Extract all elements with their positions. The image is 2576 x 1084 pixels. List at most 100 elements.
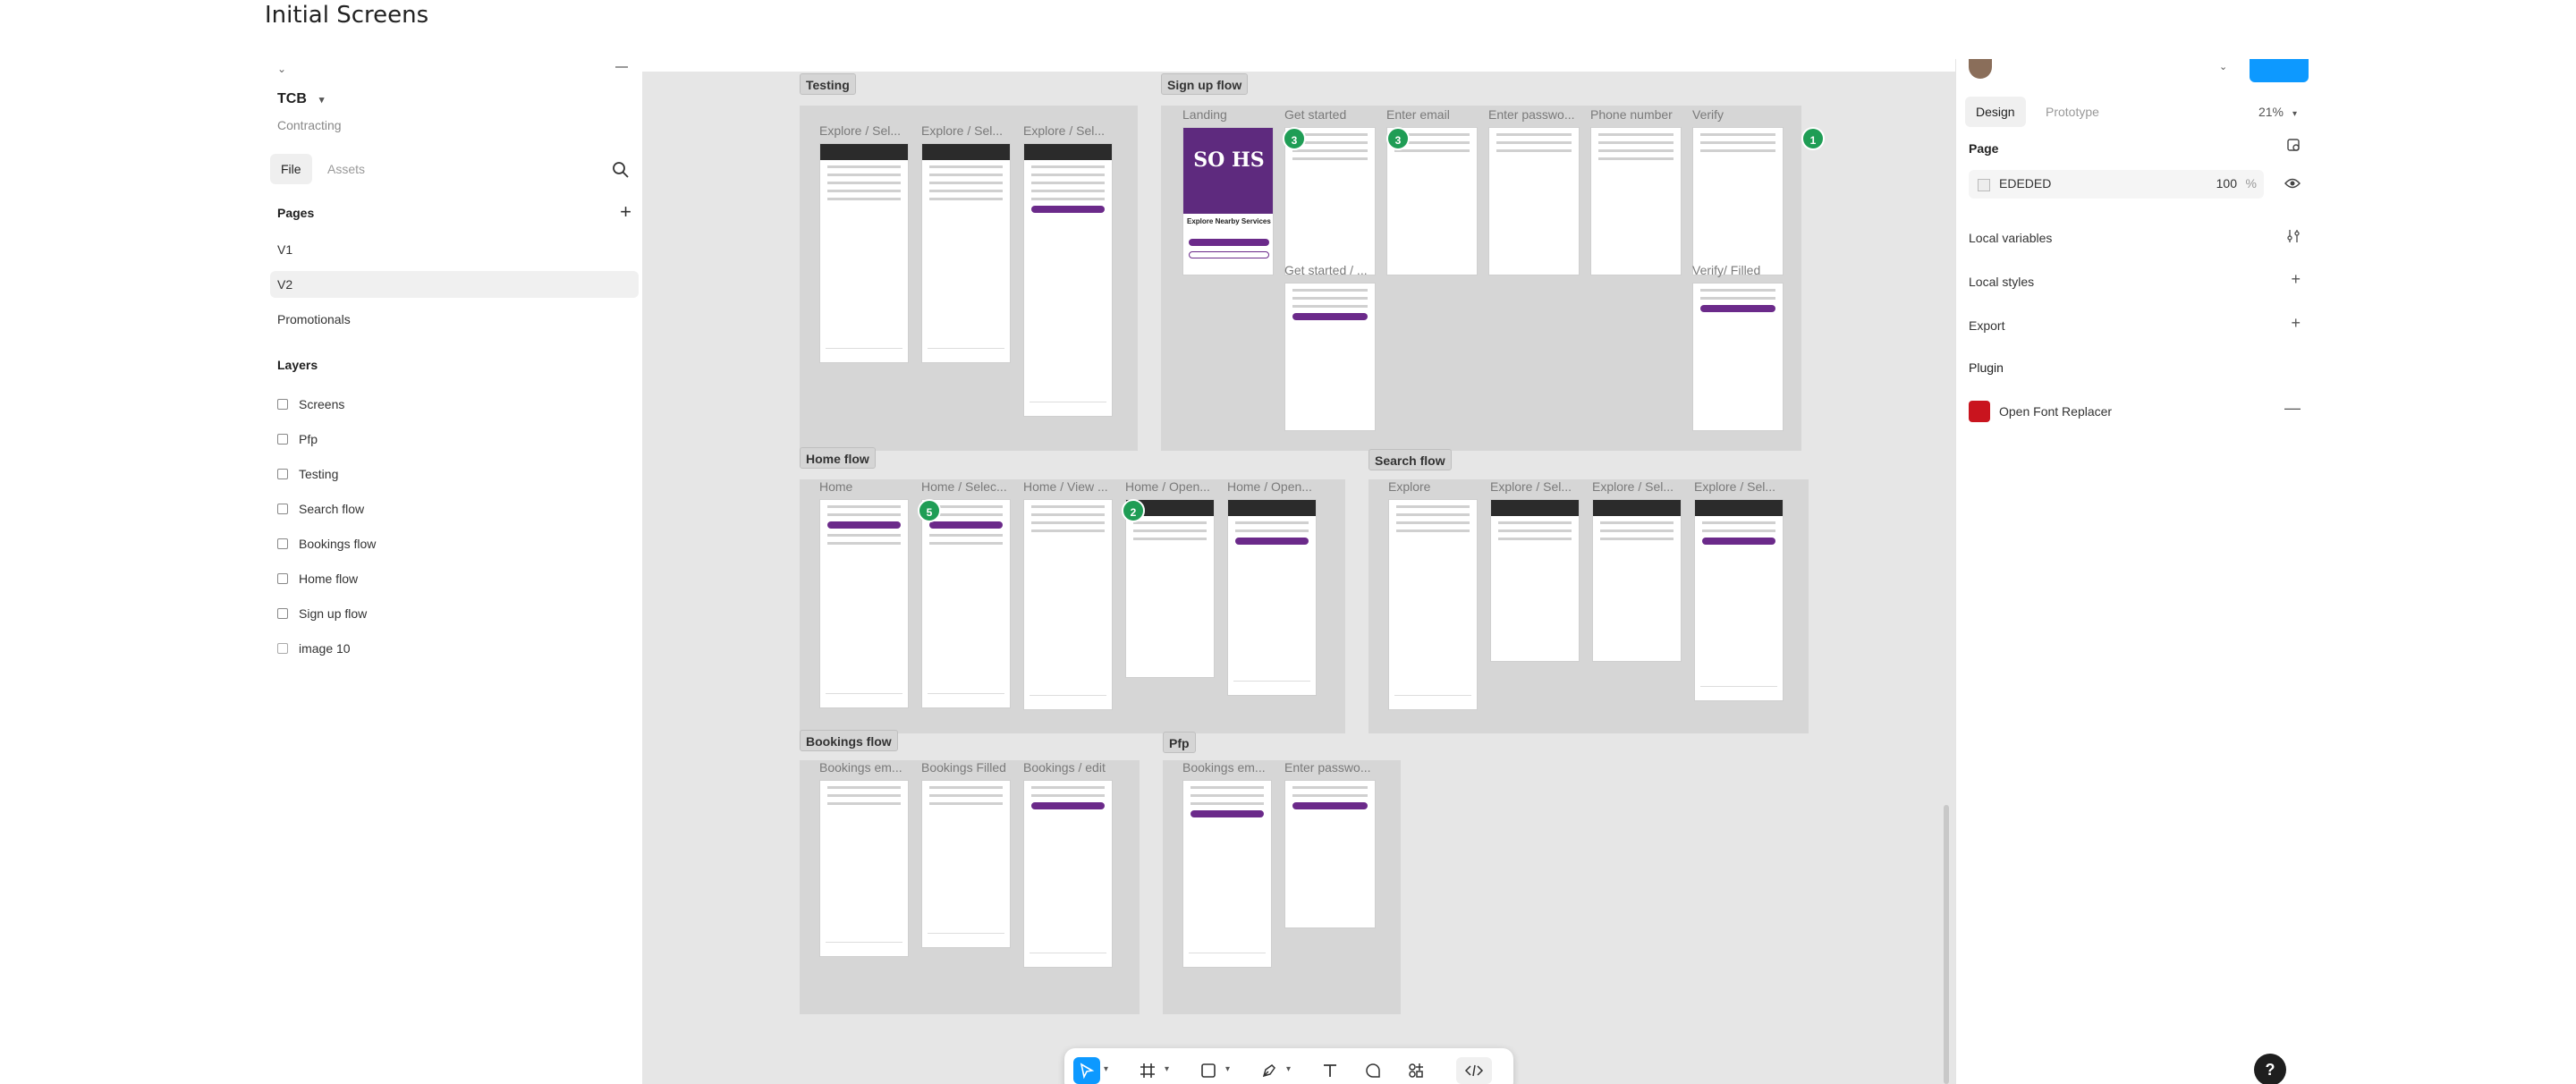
chevron-down-icon[interactable]: ▾ bbox=[1165, 1064, 1169, 1074]
layer-item[interactable]: Bookings flow bbox=[277, 532, 376, 555]
layer-label: Screens bbox=[299, 397, 345, 411]
tab-assets[interactable]: Assets bbox=[317, 154, 376, 184]
export-heading[interactable]: Export bbox=[1969, 318, 2004, 333]
frame-label: Phone number bbox=[1590, 107, 1673, 122]
layer-item[interactable]: Testing bbox=[277, 462, 338, 486]
page-fill-row[interactable]: EDEDED 100 % bbox=[1969, 170, 2264, 199]
screen-frame[interactable] bbox=[1284, 283, 1376, 431]
share-button[interactable] bbox=[2250, 59, 2309, 82]
left-tabs: File Assets bbox=[270, 154, 639, 184]
screen-frame[interactable] bbox=[1692, 283, 1784, 431]
layer-item[interactable]: Search flow bbox=[277, 497, 364, 521]
chevron-down-icon[interactable]: ⌄ bbox=[277, 63, 286, 75]
section-icon bbox=[277, 399, 288, 410]
tab-design[interactable]: Design bbox=[1965, 97, 2026, 127]
prototype-connection-badge[interactable]: 2 bbox=[1122, 499, 1145, 522]
screen-frame[interactable] bbox=[1227, 499, 1317, 696]
local-variables-heading[interactable]: Local variables bbox=[1969, 231, 2052, 245]
screen-frame[interactable] bbox=[819, 143, 909, 363]
layer-item[interactable]: Pfp bbox=[277, 428, 318, 451]
local-styles-heading[interactable]: Local styles bbox=[1969, 275, 2034, 289]
screen-frame[interactable] bbox=[819, 780, 909, 957]
screen-frame[interactable] bbox=[1388, 499, 1478, 710]
screen-frame[interactable] bbox=[1692, 127, 1784, 275]
actions-tool-icon[interactable] bbox=[1402, 1057, 1429, 1084]
fill-swatch[interactable] bbox=[1978, 179, 1990, 191]
pen-tool-icon[interactable] bbox=[1256, 1057, 1283, 1084]
file-title[interactable]: Initial Screens bbox=[265, 2, 428, 29]
prototype-connection-badge[interactable]: 3 bbox=[1386, 127, 1410, 150]
chevron-down-icon[interactable]: ▾ bbox=[1104, 1064, 1108, 1074]
collapse-icon[interactable] bbox=[615, 66, 628, 68]
help-button[interactable]: ? bbox=[2254, 1054, 2286, 1084]
layer-item[interactable]: Screens bbox=[277, 393, 344, 416]
screen-frame[interactable] bbox=[819, 499, 909, 708]
remove-plugin-icon[interactable]: — bbox=[2284, 399, 2301, 418]
eye-icon[interactable] bbox=[2284, 177, 2301, 190]
section-icon bbox=[277, 504, 288, 514]
screen-frame[interactable] bbox=[1125, 499, 1215, 678]
layer-item[interactable]: Sign up flow bbox=[277, 602, 367, 625]
canvas[interactable]: Testing Explore / Sel... Explore / Sel..… bbox=[642, 72, 1955, 1084]
screen-frame[interactable] bbox=[1182, 780, 1272, 968]
zoom-level[interactable]: 21% ▾ bbox=[2258, 97, 2297, 127]
screen-frame[interactable] bbox=[1023, 780, 1113, 968]
section-label-search[interactable]: Search flow bbox=[1368, 449, 1452, 470]
comment-tool-icon[interactable] bbox=[1360, 1057, 1386, 1084]
page-item-promotionals[interactable]: Promotionals bbox=[270, 306, 639, 333]
section-label-bookings[interactable]: Bookings flow bbox=[800, 730, 898, 751]
plugin-name[interactable]: Open Font Replacer bbox=[1999, 404, 2112, 419]
prototype-connection-badge[interactable]: 1 bbox=[1801, 127, 1825, 150]
fill-hex[interactable]: EDEDED bbox=[1999, 176, 2051, 191]
pages-heading: Pages bbox=[277, 206, 315, 220]
project-switcher[interactable]: TCB ▾ bbox=[277, 91, 324, 107]
canvas-scrollbar[interactable] bbox=[1944, 805, 1949, 1084]
brand-logo: SO HS bbox=[1183, 128, 1273, 214]
section-label-signup[interactable]: Sign up flow bbox=[1161, 73, 1249, 95]
chevron-down-icon[interactable]: ▾ bbox=[1286, 1064, 1291, 1074]
screen-frame[interactable] bbox=[1023, 499, 1113, 710]
screen-frame[interactable] bbox=[1284, 780, 1376, 928]
frame-tool-icon[interactable] bbox=[1134, 1057, 1161, 1084]
frame-label: Home / Open... bbox=[1227, 479, 1312, 494]
fill-opacity[interactable]: 100 bbox=[2216, 176, 2237, 191]
frame-label: Bookings Filled bbox=[921, 760, 1006, 775]
right-panel: ⌄ Design Prototype 21% ▾ Page EDEDED 100 … bbox=[1955, 59, 2313, 1084]
section-label-pfp[interactable]: Pfp bbox=[1163, 732, 1196, 753]
dev-mode-icon[interactable] bbox=[1456, 1057, 1492, 1084]
avatar[interactable] bbox=[1969, 59, 1992, 79]
prototype-connection-badge[interactable]: 5 bbox=[918, 499, 941, 522]
frame-label: Enter passwo... bbox=[1488, 107, 1575, 122]
screen-frame[interactable] bbox=[921, 780, 1011, 948]
tab-prototype[interactable]: Prototype bbox=[2035, 97, 2110, 127]
add-style-icon[interactable]: + bbox=[2291, 270, 2301, 289]
section-label-home[interactable]: Home flow bbox=[800, 447, 876, 469]
add-page-icon[interactable]: + bbox=[620, 202, 631, 222]
search-icon[interactable] bbox=[612, 161, 630, 179]
text-tool-icon[interactable] bbox=[1317, 1057, 1343, 1084]
page-item-v1[interactable]: V1 bbox=[270, 236, 639, 263]
variables-icon[interactable] bbox=[2286, 229, 2301, 248]
chevron-down-icon[interactable]: ⌄ bbox=[2219, 61, 2227, 72]
move-tool-icon[interactable] bbox=[1073, 1057, 1100, 1084]
section-label-testing[interactable]: Testing bbox=[800, 73, 856, 95]
page-item-v2[interactable]: V2 bbox=[270, 271, 639, 298]
rectangle-tool-icon[interactable] bbox=[1195, 1057, 1222, 1084]
screen-frame[interactable] bbox=[1023, 143, 1113, 417]
screen-frame[interactable] bbox=[1488, 127, 1580, 275]
screen-frame[interactable] bbox=[1490, 499, 1580, 662]
chevron-down-icon[interactable]: ▾ bbox=[1225, 1064, 1230, 1074]
layer-item[interactable]: Home flow bbox=[277, 567, 358, 590]
prototype-connection-badge[interactable]: 3 bbox=[1283, 127, 1306, 150]
screen-frame[interactable] bbox=[921, 143, 1011, 363]
layer-item[interactable]: image 10 bbox=[277, 637, 351, 660]
page-styles-icon[interactable] bbox=[2286, 138, 2301, 157]
tab-file[interactable]: File bbox=[270, 154, 312, 184]
screen-frame[interactable] bbox=[1694, 499, 1784, 701]
screen-frame[interactable] bbox=[1592, 499, 1682, 662]
frame-label: Explore / Sel... bbox=[819, 123, 902, 138]
screen-frame[interactable] bbox=[921, 499, 1011, 708]
screen-frame-landing[interactable]: SO HS Explore Nearby Services bbox=[1182, 127, 1274, 275]
screen-frame[interactable] bbox=[1590, 127, 1682, 275]
add-export-icon[interactable]: + bbox=[2291, 314, 2301, 333]
